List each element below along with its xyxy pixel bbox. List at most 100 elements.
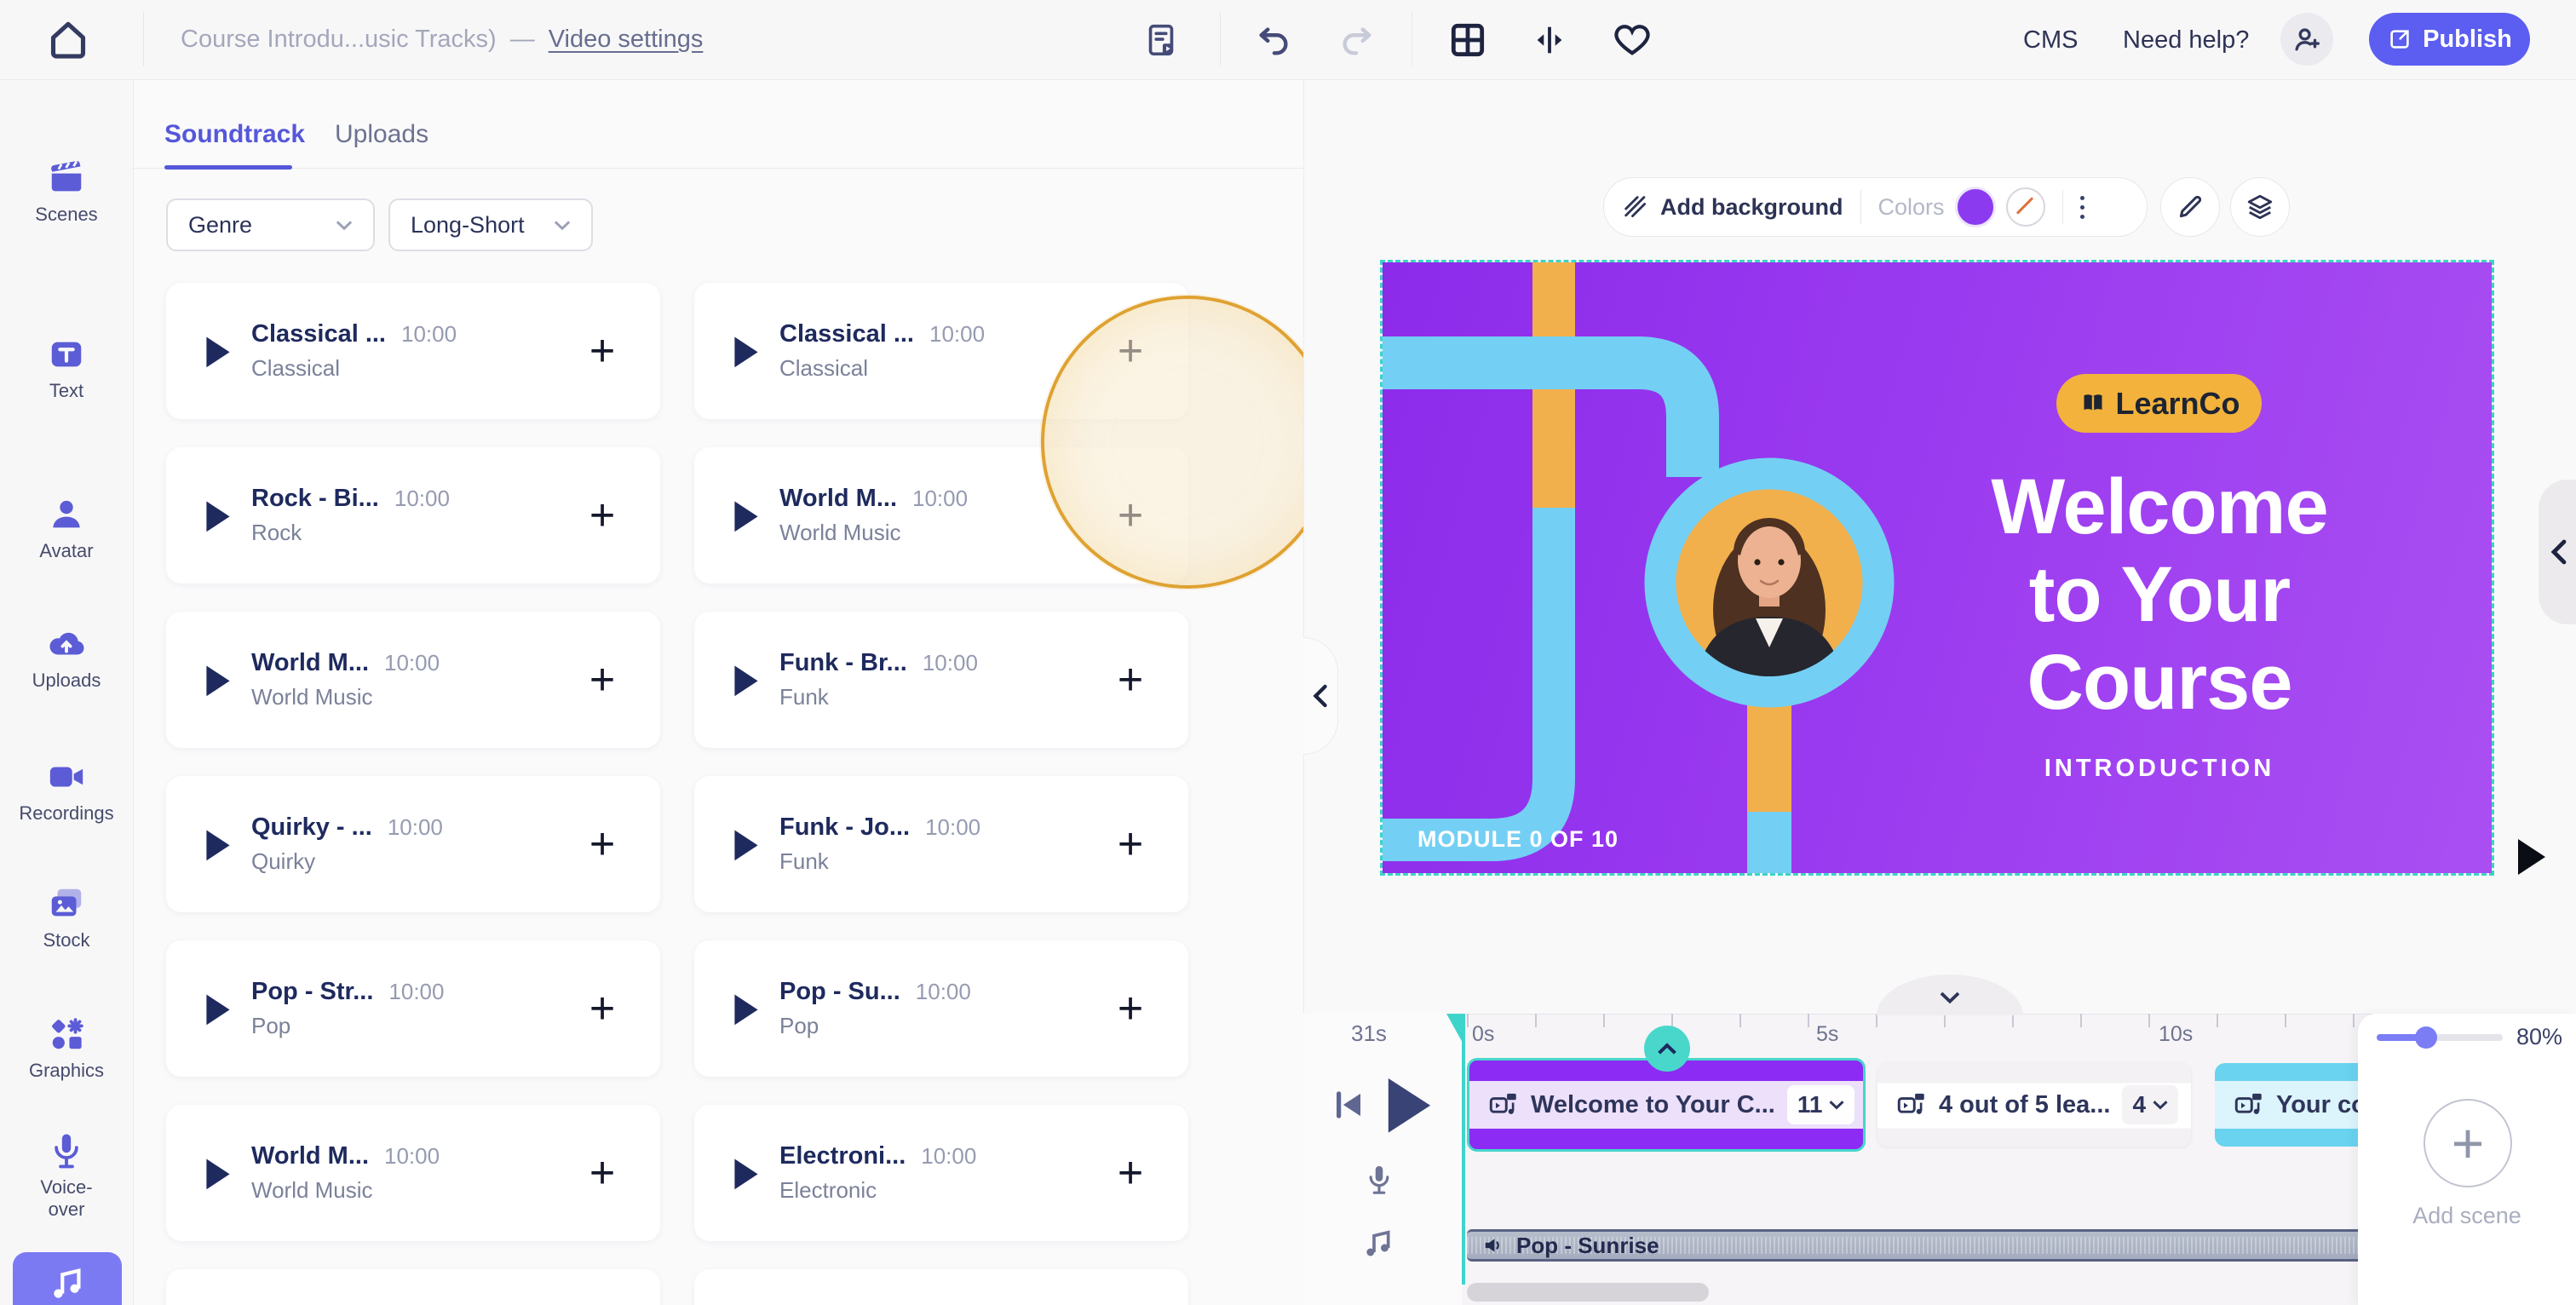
play-track-button[interactable] — [732, 1157, 761, 1189]
audio-track[interactable]: Pop - Sunrise — [1467, 1229, 2358, 1262]
video-settings-link[interactable]: Video settings — [549, 26, 704, 54]
skip-to-start-button[interactable] — [1331, 1087, 1366, 1126]
grid-layout-button[interactable] — [1448, 20, 1487, 60]
no-color-swatch[interactable] — [2006, 187, 2045, 227]
play-icon — [2515, 836, 2549, 877]
add-track-button[interactable]: + — [578, 327, 626, 375]
scene-block-2[interactable]: 4 out of 5 lea... 4 — [1877, 1063, 2191, 1147]
collapse-right-panel-button[interactable] — [2539, 480, 2576, 624]
script-notes-button[interactable] — [1141, 20, 1181, 60]
zoom-level-label: 80% — [2516, 1024, 2562, 1050]
add-track-button[interactable]: + — [578, 656, 626, 704]
purple-color-swatch[interactable] — [1955, 187, 1996, 227]
add-track-button[interactable]: + — [578, 985, 626, 1032]
scene-layer-count-dropdown[interactable]: 4 — [2122, 1085, 2178, 1124]
timeline-play-button[interactable] — [1383, 1076, 1433, 1132]
play-track-button[interactable] — [732, 992, 761, 1025]
cms-link[interactable]: CMS — [2023, 26, 2078, 55]
sidebar-item-avatar[interactable]: Avatar — [0, 495, 133, 562]
undo-button[interactable] — [1254, 20, 1293, 60]
chevron-down-icon — [1939, 991, 1961, 1004]
play-track-button[interactable] — [732, 335, 761, 367]
play-track-button[interactable] — [204, 664, 233, 696]
sidebar-item-voice-over[interactable]: Voice-over — [0, 1131, 133, 1221]
video-canvas[interactable]: LearnCo Welcome to Your Course INTRODUCT… — [1380, 260, 2494, 876]
play-track-button[interactable] — [204, 1157, 233, 1189]
sidebar-item-text[interactable]: Text — [0, 335, 133, 402]
tab-uploads[interactable]: Uploads — [335, 120, 428, 149]
sidebar-item-uploads[interactable]: Uploads — [0, 624, 133, 692]
text-icon — [47, 335, 86, 374]
play-icon — [732, 664, 761, 698]
scene-block-3[interactable]: Your co — [2215, 1063, 2358, 1147]
active-tab-underline — [164, 165, 292, 170]
share-icon — [2387, 26, 2412, 52]
sidebar-item-soundtrack[interactable]: Soundtrack — [13, 1252, 122, 1305]
edit-button[interactable] — [2160, 177, 2220, 237]
sidebar-label: Text — [49, 380, 83, 402]
more-options-button[interactable] — [2063, 196, 2102, 219]
brand-name: LearnCo — [2115, 386, 2240, 422]
add-track-button[interactable]: + — [578, 1149, 626, 1197]
add-track-button[interactable]: + — [1107, 1149, 1154, 1197]
redo-button[interactable] — [1337, 20, 1377, 60]
play-track-button[interactable] — [204, 335, 233, 367]
invite-collaborator-button[interactable] — [2280, 13, 2333, 66]
sidebar-item-graphics[interactable]: Graphics — [0, 1015, 133, 1082]
track-title: Classical ... — [251, 320, 386, 348]
track-duration: 10:00 — [912, 486, 968, 512]
track-card: Pop - Str...10:00 Pop + — [166, 940, 660, 1077]
scene-music-icon — [1896, 1089, 1927, 1120]
need-help-link[interactable]: Need help? — [2123, 26, 2249, 55]
timeline-scrollbar[interactable] — [1467, 1283, 1709, 1302]
sidebar-item-scenes[interactable]: Scenes — [0, 158, 133, 226]
scene-play-button[interactable] — [2515, 836, 2549, 871]
split-scene-button[interactable] — [1530, 20, 1569, 60]
play-track-button[interactable] — [732, 499, 761, 532]
add-track-button[interactable]: + — [1107, 820, 1154, 868]
chevron-down-icon — [2153, 1100, 2168, 1110]
track-meta: Quirky - ...10:00 Quirky — [251, 813, 443, 875]
track-duration: 10:00 — [916, 979, 971, 1005]
play-track-button[interactable] — [732, 664, 761, 696]
play-track-button[interactable] — [204, 499, 233, 532]
genre-filter-dropdown[interactable]: Genre — [166, 198, 375, 251]
music-track-icon[interactable] — [1361, 1227, 1395, 1262]
scene-block-1[interactable]: Welcome to Your C... 11 — [1467, 1058, 1866, 1152]
track-card: Funk - Jo...10:00 Funk + — [694, 776, 1188, 912]
add-track-button[interactable]: + — [578, 820, 626, 868]
script-notes-icon — [1141, 20, 1181, 60]
collapse-panel-button[interactable] — [1303, 637, 1338, 755]
length-filter-dropdown[interactable]: Long-Short — [388, 198, 593, 251]
publish-button[interactable]: Publish — [2369, 13, 2530, 66]
timeline-zoom-slider[interactable] — [2377, 1034, 2503, 1041]
track-genre: Quirky — [251, 848, 443, 875]
track-card: Rock - Bi...10:00 Rock + — [166, 447, 660, 584]
favorite-button[interactable] — [1613, 20, 1652, 60]
add-track-button[interactable]: + — [1107, 985, 1154, 1032]
voice-track-icon[interactable] — [1363, 1164, 1395, 1201]
play-track-button[interactable] — [732, 828, 761, 860]
sidebar-label: Graphics — [29, 1060, 104, 1082]
add-track-button[interactable]: + — [578, 492, 626, 539]
pencil-icon — [2176, 193, 2205, 221]
canvas-toolbar: Add background Colors — [1603, 177, 2148, 237]
sidebar-item-recordings[interactable]: Recordings — [0, 757, 133, 825]
add-scene-button[interactable]: + — [2424, 1099, 2512, 1187]
zoom-slider-thumb[interactable] — [2415, 1026, 2437, 1049]
collapse-timeline-button[interactable] — [1877, 974, 2023, 1015]
playhead[interactable] — [1462, 1014, 1465, 1285]
home-button[interactable] — [44, 15, 92, 63]
add-track-button[interactable]: + — [1107, 656, 1154, 704]
cloud-upload-icon — [47, 624, 86, 664]
add-background-button[interactable]: Add background — [1604, 193, 1860, 221]
scene-layer-count-dropdown[interactable]: 11 — [1787, 1085, 1855, 1124]
play-track-button[interactable] — [204, 828, 233, 860]
sidebar-item-stock[interactable]: Stock — [0, 884, 133, 951]
play-icon — [1383, 1076, 1433, 1135]
tab-soundtrack[interactable]: Soundtrack — [164, 120, 305, 149]
layers-button[interactable] — [2230, 177, 2290, 237]
play-track-button[interactable] — [204, 992, 233, 1025]
play-icon — [732, 1157, 761, 1192]
scene-expand-handle[interactable] — [1644, 1026, 1690, 1072]
